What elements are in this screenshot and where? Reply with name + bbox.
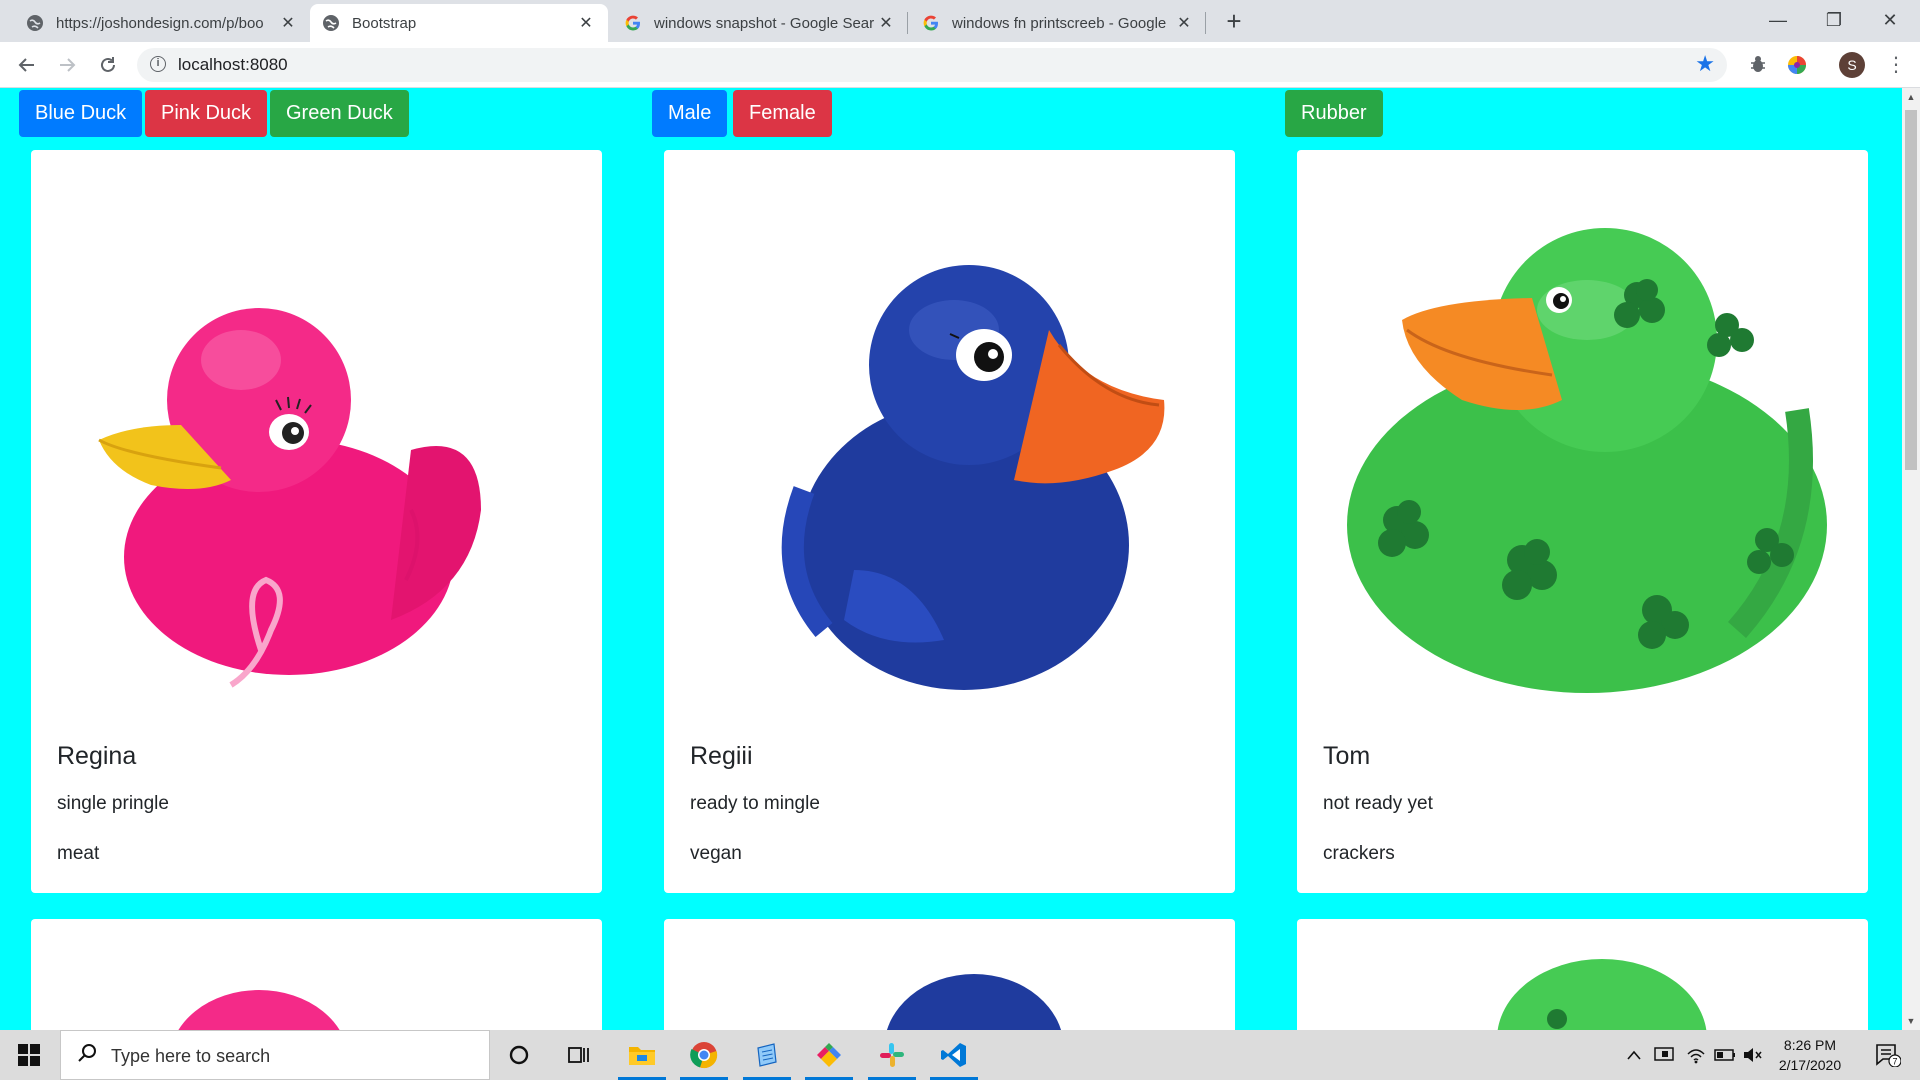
scrollbar-thumb[interactable]	[1905, 110, 1917, 470]
chrome-icon[interactable]	[676, 1030, 732, 1080]
taskbar-search-box[interactable]: Type here to search	[60, 1030, 490, 1080]
clock-time: 8:26 PM	[1783, 1037, 1837, 1053]
vscode-icon[interactable]	[926, 1030, 982, 1080]
notification-count: 7	[1892, 1057, 1897, 1067]
close-tab-icon[interactable]: ✕	[876, 13, 896, 33]
blue-duck-image	[781, 265, 1165, 690]
network-adapter-icon[interactable]	[1650, 1030, 1678, 1080]
globe-icon	[322, 14, 340, 32]
color-wheel-extension-icon[interactable]	[1786, 54, 1808, 76]
scroll-down-icon[interactable]: ▼	[1905, 1016, 1917, 1026]
tab-title: windows fn printscreeb - Google	[952, 14, 1167, 32]
wifi-icon[interactable]	[1682, 1030, 1710, 1080]
scroll-up-icon[interactable]: ▲	[1905, 92, 1917, 102]
url-text[interactable]: localhost:8080	[178, 55, 288, 75]
duck-status: ready to mingle	[690, 793, 820, 814]
tab-title: Bootstrap	[352, 14, 417, 32]
duck-card	[1297, 919, 1868, 1030]
female-button[interactable]: Female	[733, 90, 832, 137]
task-view-icon[interactable]	[551, 1030, 607, 1080]
forward-button[interactable]	[52, 50, 82, 80]
tab-strip: https://joshondesign.com/p/boo ✕ Bootstr…	[0, 0, 1920, 42]
windows-taskbar: Type here to search 8:26 PM 2/17/2020 7	[0, 1030, 1920, 1080]
tab-separator	[1205, 12, 1206, 34]
duck-card	[31, 919, 602, 1030]
tab-google-search-1[interactable]: windows snapshot - Google Sear ✕	[612, 4, 908, 42]
close-window-button[interactable]: ✕	[1860, 0, 1920, 40]
action-center-icon[interactable]: 7	[1866, 1030, 1910, 1080]
battery-icon[interactable]	[1712, 1030, 1738, 1080]
back-button[interactable]	[12, 50, 42, 80]
duck-diet: crackers	[1323, 843, 1395, 864]
colorful-app-icon[interactable]	[801, 1030, 857, 1080]
file-explorer-icon[interactable]	[614, 1030, 670, 1080]
duck-diet: vegan	[690, 843, 742, 864]
duck-name: Regina	[57, 742, 137, 770]
tab-title: windows snapshot - Google Sear	[654, 14, 875, 32]
male-button[interactable]: Male	[652, 90, 728, 137]
pink-duck-button[interactable]: Pink Duck	[145, 90, 268, 137]
google-icon	[624, 14, 642, 32]
address-bar[interactable]: i localhost:8080 ★	[137, 48, 1727, 82]
site-info-icon[interactable]: i	[150, 56, 166, 72]
windows-logo-icon	[18, 1044, 40, 1066]
pink-duck-image	[98, 308, 481, 688]
minimize-button[interactable]: —	[1748, 0, 1808, 40]
green-duck-image	[1347, 228, 1827, 693]
notepad-icon[interactable]	[739, 1030, 795, 1080]
search-placeholder: Type here to search	[111, 1046, 271, 1066]
close-tab-icon[interactable]: ✕	[278, 13, 298, 33]
blue-duck-button[interactable]: Blue Duck	[19, 90, 143, 137]
blue-duck-image	[886, 974, 1062, 1030]
green-duck-image	[1497, 959, 1707, 1030]
tab-google-search-2[interactable]: windows fn printscreeb - Google ✕	[910, 4, 1206, 42]
page-scrollbar[interactable]: ▲ ▼	[1902, 88, 1920, 1030]
duck-status: single pringle	[57, 793, 169, 814]
rubber-button[interactable]: Rubber	[1285, 90, 1383, 137]
close-tab-icon[interactable]: ✕	[576, 13, 596, 33]
tab-separator	[907, 12, 908, 34]
bookmark-star-icon[interactable]: ★	[1695, 51, 1715, 77]
bug-extension-icon[interactable]	[1747, 54, 1769, 76]
show-hidden-icons-icon[interactable]	[1622, 1030, 1646, 1080]
page-viewport: Blue Duck Pink Duck Green Duck Male Fema…	[0, 88, 1920, 1030]
tab-bootstrap[interactable]: Bootstrap ✕	[310, 4, 608, 42]
browser-toolbar: i localhost:8080 ★ S ⋮	[0, 42, 1920, 88]
new-tab-button[interactable]: +	[1218, 6, 1250, 38]
duck-card: Regina single pringle meat	[31, 150, 602, 893]
start-button[interactable]	[0, 1030, 58, 1080]
duck-diet: meat	[57, 843, 100, 864]
duck-card	[664, 919, 1235, 1030]
duck-name: Regiii	[690, 742, 753, 770]
search-icon	[77, 1043, 97, 1069]
globe-icon	[26, 14, 44, 32]
google-icon	[922, 14, 940, 32]
duck-card: Regiii ready to mingle vegan	[664, 150, 1235, 893]
system-clock[interactable]: 8:26 PM 2/17/2020	[1760, 1035, 1860, 1075]
duck-card: Tom not ready yet crackers	[1297, 150, 1868, 893]
clock-date: 2/17/2020	[1778, 1057, 1842, 1073]
menu-kebab-icon[interactable]: ⋮	[1886, 50, 1906, 80]
restore-button[interactable]: ❐	[1804, 0, 1864, 40]
close-tab-icon[interactable]: ✕	[1174, 13, 1194, 33]
cortana-icon[interactable]	[491, 1030, 547, 1080]
back-arrow-icon	[18, 58, 34, 72]
slack-icon[interactable]	[864, 1030, 920, 1080]
pink-duck-image	[178, 990, 340, 1030]
profile-avatar[interactable]: S	[1839, 52, 1865, 78]
tab-title: https://joshondesign.com/p/boo	[56, 14, 264, 32]
forward-arrow-icon	[60, 58, 76, 72]
reload-button[interactable]	[93, 50, 123, 80]
tab-joshondesign[interactable]: https://joshondesign.com/p/boo ✕	[14, 4, 310, 42]
green-duck-button[interactable]: Green Duck	[270, 90, 409, 137]
duck-status: not ready yet	[1323, 793, 1433, 814]
duck-name: Tom	[1323, 742, 1371, 770]
reload-icon	[101, 57, 115, 72]
